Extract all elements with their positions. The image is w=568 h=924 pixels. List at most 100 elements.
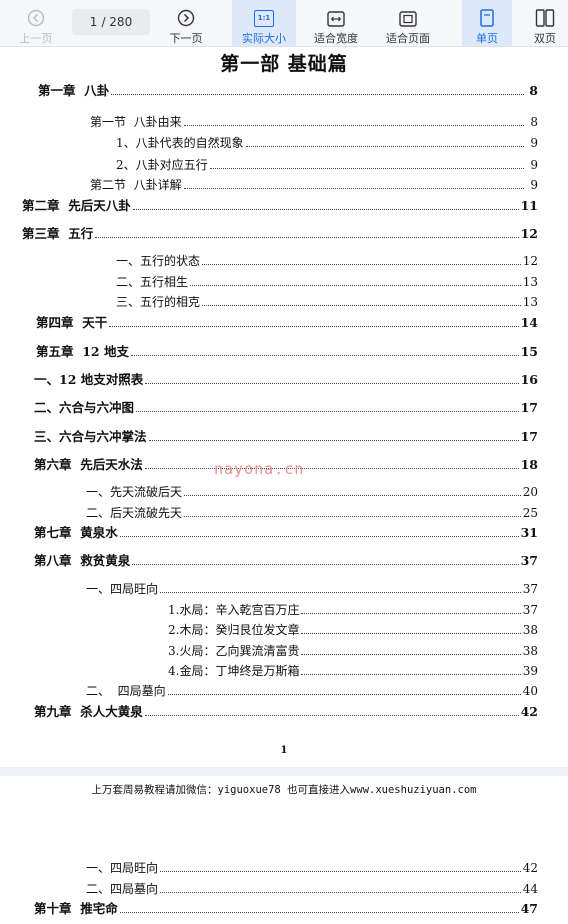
- toc-entry-title: 二、 四局墓向: [86, 684, 166, 698]
- toc-leader-dots: [184, 495, 521, 496]
- toc-entry[interactable]: 第一章 八卦 8: [38, 83, 538, 98]
- toc-entry[interactable]: 二、后天流破先天 25: [86, 505, 538, 520]
- toc-entry-page: 9: [530, 136, 538, 150]
- toc-entry-title: 第二章 先后天八卦: [22, 198, 131, 213]
- toc-entry-title: 2、八卦对应五行: [116, 158, 208, 172]
- toc-entry[interactable]: 一、五行的状态 12: [116, 253, 538, 268]
- toc-leader-dots: [160, 871, 521, 872]
- toc-leader-dots: [190, 285, 521, 286]
- toc-entry[interactable]: 第八章 救贫黄泉 37: [34, 553, 538, 568]
- toc-entry-page: 13: [522, 275, 538, 289]
- toc-entry[interactable]: 一、12 地支对照表 16: [34, 372, 538, 387]
- viewer-toolbar: 上一页 1 / 280 下一页 1:1 实际大小 适合宽度 适合页面 单页 双页: [0, 0, 568, 47]
- toc-entry-page: 13: [522, 295, 538, 309]
- toc-entry-page: 42: [520, 704, 538, 719]
- toc-entry-page: 17: [520, 429, 538, 444]
- toc-entry-title: 一、先天流破后天: [86, 485, 183, 499]
- actual-size-icon: 1:1: [254, 4, 274, 27]
- toc-entry[interactable]: 1、八卦代表的自然现象 9: [116, 135, 538, 150]
- toc-entry-title: 一、五行的状态: [116, 254, 201, 268]
- toc-entry-page: 37: [522, 603, 538, 617]
- total-pages: / 280: [101, 15, 133, 29]
- double-page-button[interactable]: 双页: [522, 0, 568, 46]
- toc-entry[interactable]: 3.火局：乙向巽流清富贵 38: [168, 643, 538, 658]
- toc-leader-dots: [184, 516, 521, 517]
- double-page-icon: [535, 4, 555, 27]
- toc-entry[interactable]: 二、 四局墓向 40: [86, 683, 538, 698]
- current-page-input[interactable]: 1: [90, 15, 98, 29]
- toc-entry[interactable]: 第二章 先后天八卦 11: [22, 198, 538, 213]
- toc-entry-page: 16: [520, 372, 538, 387]
- toc-entry[interactable]: 2.木局：癸归艮位发文章 38: [168, 622, 538, 637]
- toc-entry[interactable]: 第七章 黄泉水 31: [34, 525, 538, 540]
- chevron-left-icon: [27, 4, 45, 27]
- toc-entry[interactable]: 第五章 12 地支 15: [36, 344, 538, 359]
- toc-leader-dots: [145, 383, 519, 384]
- toc-leader-dots: [144, 715, 519, 716]
- fit-page-button[interactable]: 适合页面: [378, 0, 438, 46]
- page-number: 1: [280, 745, 288, 756]
- toc-leader-dots: [183, 125, 524, 126]
- toc-entry-title: 二、后天流破先天: [86, 506, 183, 520]
- next-page-button[interactable]: 下一页: [160, 0, 212, 46]
- toc-entry[interactable]: 第三章 五行 12: [22, 226, 538, 241]
- toc-entry-title: 一、12 地支对照表: [34, 372, 144, 387]
- toc-entry-title: 第三章 五行: [22, 226, 94, 241]
- toc-entry-title: 第四章 天干: [36, 315, 108, 330]
- double-page-label: 双页: [534, 32, 556, 45]
- next-page-label: 下一页: [169, 32, 203, 45]
- promo-footer-note: 上万套周易教程请加微信：yiguoxue78 也可直接进入www.xueshuz…: [91, 784, 477, 796]
- toc-entry-title: 第六章 先后天水法: [34, 457, 143, 472]
- page-indicator[interactable]: 1 / 280: [72, 9, 150, 35]
- toc-leader-dots: [109, 326, 519, 327]
- toc-entry[interactable]: 二、四局墓向 44: [86, 881, 538, 896]
- toc-entry-page: 17: [520, 400, 538, 415]
- toc-leader-dots: [167, 694, 521, 695]
- toc-entry-page: 47: [520, 901, 538, 916]
- toc-entry[interactable]: 第四章 天干 14: [36, 315, 538, 330]
- toc-entry-page: 11: [520, 198, 538, 213]
- toc-entry[interactable]: 一、先天流破后天 20: [86, 484, 538, 499]
- toc-entry-page: 39: [522, 664, 538, 678]
- toc-leader-dots: [95, 237, 519, 238]
- toc-leader-dots: [183, 188, 524, 189]
- toc-entry[interactable]: 一、四局旺向 37: [86, 581, 538, 596]
- toc-entry[interactable]: 第九章 杀人大黄泉 42: [34, 704, 538, 719]
- toc-entry-page: 31: [520, 525, 538, 540]
- toc-entry[interactable]: 第一节 八卦由来 8: [90, 114, 538, 129]
- fit-width-label: 适合宽度: [314, 32, 358, 45]
- toc-entry[interactable]: 4.金局：丁坤终是万斯箱 39: [168, 663, 538, 678]
- toc-leader-dots: [132, 564, 519, 565]
- toc-entry[interactable]: 一、四局旺向 42: [86, 860, 538, 875]
- toc-entry-page: 20: [522, 485, 538, 499]
- prev-page-button[interactable]: 上一页: [10, 0, 62, 46]
- toc-leader-dots: [136, 411, 519, 412]
- actual-size-button[interactable]: 1:1 实际大小: [232, 0, 296, 46]
- toc-entry-title: 第一节 八卦由来: [90, 115, 182, 129]
- toc-entry-page: 37: [522, 582, 538, 596]
- fit-width-button[interactable]: 适合宽度: [306, 0, 366, 46]
- toc-entry[interactable]: 第二节 八卦详解 9: [90, 177, 538, 192]
- toc-entry-title: 第七章 黄泉水: [34, 525, 118, 540]
- toc-entry[interactable]: 二、六合与六冲图 17: [34, 400, 538, 415]
- single-page-button[interactable]: 单页: [462, 0, 512, 46]
- toc-leader-dots: [209, 168, 524, 169]
- toc-entry[interactable]: 二、五行相生 13: [116, 274, 538, 289]
- toc-entry-page: 12: [522, 254, 538, 268]
- toc-entry[interactable]: 三、六合与六冲掌法 17: [34, 429, 538, 444]
- actual-size-label: 实际大小: [242, 32, 286, 45]
- toc-leader-dots: [202, 305, 521, 306]
- toc-entry[interactable]: 三、五行的相克 13: [116, 294, 538, 309]
- toc-entry-title: 二、五行相生: [116, 275, 189, 289]
- toc-entry-title: 第一章 八卦: [38, 83, 110, 98]
- toc-entry[interactable]: 2、八卦对应五行 9: [116, 157, 538, 172]
- toc-entry[interactable]: 第十章 推宅命 47: [34, 901, 538, 916]
- toc-entry[interactable]: 1.水局：辛入乾宫百万庄 37: [168, 602, 538, 617]
- toc-entry-title: 二、四局墓向: [86, 882, 159, 896]
- toc-entry-page: 18: [520, 457, 538, 472]
- toc-entry-page: 14: [520, 315, 538, 330]
- toc-entry-page: 9: [530, 158, 538, 172]
- single-page-label: 单页: [476, 32, 498, 45]
- toc-leader-dots: [301, 633, 521, 634]
- toc-entry-title: 三、六合与六冲掌法: [34, 429, 147, 444]
